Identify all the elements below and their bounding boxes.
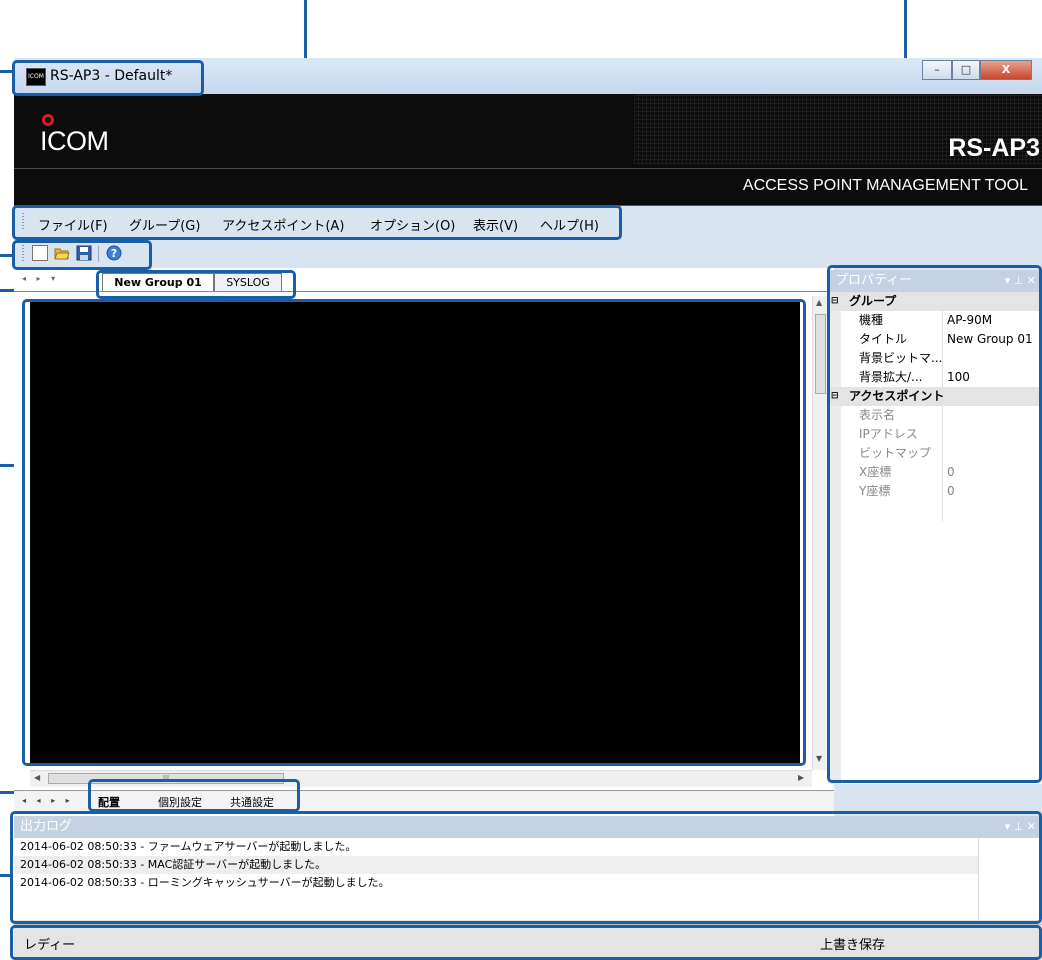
- property-row[interactable]: 表示名: [829, 406, 1042, 425]
- log-column-divider: [978, 838, 979, 920]
- property-row[interactable]: タイトル New Group 01: [829, 330, 1042, 349]
- property-value: 0: [947, 465, 955, 479]
- property-name: X座標: [859, 465, 892, 479]
- collapse-icon[interactable]: ⊟: [831, 292, 839, 311]
- window-title: RS-AP3 - Default*: [50, 68, 173, 84]
- horizontal-scrollbar[interactable]: ◀ III ▶: [30, 770, 812, 787]
- toolbar: ?: [14, 238, 1042, 268]
- property-row[interactable]: X座標 0: [829, 463, 1042, 482]
- property-value: 0: [947, 484, 955, 498]
- property-name: 背景ビットマ...: [859, 351, 943, 365]
- property-category-access-point[interactable]: ⊟ アクセスポイント: [829, 387, 1042, 406]
- log-line: 2014-06-02 08:50:33 - ファームウェアサーバーが起動しました…: [20, 840, 357, 853]
- icom-logo: ICOM: [40, 126, 109, 156]
- property-row[interactable]: 背景ビットマ...: [829, 349, 1042, 368]
- properties-header: プロパティー ▾ ⊥ ✕: [829, 270, 1042, 292]
- scroll-right-arrow[interactable]: ▶: [798, 773, 804, 782]
- tab-scroll-arrows[interactable]: ◂ ▸ ▾: [22, 274, 92, 288]
- menu-help[interactable]: ヘルプ(H): [540, 215, 599, 234]
- product-name: RS-AP3: [948, 134, 1040, 162]
- product-subtitle: ACCESS POINT MANAGEMENT TOOL: [742, 177, 1028, 194]
- save-icon[interactable]: [76, 245, 92, 261]
- output-log-title: 出力ログ: [20, 819, 73, 834]
- menu-group[interactable]: グループ(G): [129, 215, 200, 234]
- title-bar[interactable]: ICOM RS-AP3 - Default* – □ X: [14, 58, 1042, 94]
- tab-layout[interactable]: 配置: [98, 794, 120, 810]
- output-log-panel: 出力ログ ▾ ⊥ ✕ 2014-06-02 08:50:33 - ファームウェア…: [14, 816, 1042, 920]
- status-overwrite-save: 上書き保存: [820, 938, 886, 953]
- close-button[interactable]: X: [980, 60, 1032, 80]
- callout-line-toolbar: [0, 254, 14, 257]
- tab-individual-settings[interactable]: 個別設定: [158, 794, 202, 810]
- scroll-down-arrow[interactable]: ▼: [816, 754, 822, 763]
- hscroll-thumb[interactable]: III: [48, 773, 284, 784]
- new-file-icon[interactable]: [32, 245, 48, 261]
- scroll-left-arrow[interactable]: ◀: [34, 773, 40, 782]
- log-line: 2014-06-02 08:50:33 - ローミングキャッシュサーバーが起動し…: [20, 876, 390, 889]
- property-name: タイトル: [859, 332, 908, 346]
- tab-new-group-01[interactable]: New Group 01: [102, 273, 214, 291]
- callout-line-output: [0, 874, 12, 877]
- callout-line-title: [0, 70, 14, 73]
- layout-canvas[interactable]: [30, 302, 800, 766]
- scroll-thumb[interactable]: [815, 314, 826, 394]
- property-name: 表示名: [859, 408, 896, 422]
- property-row[interactable]: 機種 AP-90M: [829, 311, 1042, 330]
- tab-syslog[interactable]: SYSLOG: [214, 273, 282, 291]
- maximize-button[interactable]: □: [952, 60, 980, 80]
- app-icon: ICOM: [26, 68, 46, 86]
- toolbar-grip[interactable]: [22, 245, 24, 261]
- property-row[interactable]: 背景拡大/... 100: [829, 368, 1042, 387]
- category-label: アクセスポイント: [849, 389, 945, 403]
- property-name: 背景拡大/...: [859, 370, 923, 384]
- collapse-icon[interactable]: ⊟: [831, 387, 839, 406]
- status-bar: レディー 上書き保存: [14, 924, 1042, 960]
- document-area: ◂ ▸ ▾ New Group 01 SYSLOG ▲ ▼ ◀ III ▶ ◂ …: [14, 268, 834, 816]
- menu-file[interactable]: ファイル(F): [38, 215, 108, 234]
- menu-access-point[interactable]: アクセスポイント(A): [222, 215, 344, 234]
- minimize-button[interactable]: –: [922, 60, 952, 80]
- property-category-group[interactable]: ⊟ グループ: [829, 292, 1042, 311]
- menu-options[interactable]: オプション(O): [370, 215, 455, 234]
- output-log-header: 出力ログ ▾ ⊥ ✕: [14, 816, 1042, 838]
- bottom-tab-scroll-arrows[interactable]: ◂ ◂ ▸ ▸: [22, 796, 74, 805]
- app-window: ICOM RS-AP3 - Default* – □ X ICOM RS-AP3…: [14, 58, 1042, 960]
- tab-common-settings[interactable]: 共通設定: [230, 794, 274, 810]
- category-label: グループ: [849, 294, 897, 308]
- tab-strip-divider: [14, 291, 834, 292]
- help-icon[interactable]: ?: [106, 245, 122, 261]
- property-name: Y座標: [859, 484, 891, 498]
- property-row[interactable]: IPアドレス: [829, 425, 1042, 444]
- toolbar-separator: [98, 246, 99, 262]
- icom-logo-mark: [42, 114, 54, 126]
- bottom-tab-strip: ◂ ◂ ▸ ▸ 配置 個別設定 共通設定: [14, 790, 834, 813]
- status-ready: レディー: [24, 938, 76, 953]
- banner-divider: [14, 168, 1042, 169]
- property-name: ビットマップ: [859, 446, 932, 460]
- vertical-scrollbar[interactable]: ▲ ▼: [812, 296, 829, 770]
- scroll-up-arrow[interactable]: ▲: [816, 298, 822, 307]
- property-row[interactable]: ビットマップ: [829, 444, 1042, 463]
- property-row[interactable]: Y座標 0: [829, 482, 1042, 501]
- product-banner: ICOM RS-AP3 ACCESS POINT MANAGEMENT TOOL: [14, 94, 1042, 206]
- menu-view[interactable]: 表示(V): [473, 215, 518, 234]
- menu-bar: ファイル(F) グループ(G) アクセスポイント(A) オプション(O) 表示(…: [14, 206, 1042, 236]
- properties-title: プロパティー: [835, 273, 913, 288]
- svg-text:?: ?: [111, 247, 117, 260]
- menu-grip[interactable]: [22, 213, 24, 229]
- property-name: 機種: [859, 313, 884, 327]
- output-header-controls[interactable]: ▾ ⊥ ✕: [1005, 816, 1036, 838]
- property-name: IPアドレス: [859, 427, 918, 441]
- property-value: 100: [947, 370, 970, 384]
- properties-panel: プロパティー ▾ ⊥ ✕ ⊟ グループ 機種 AP-90M タイトル New G…: [829, 270, 1042, 784]
- log-line: 2014-06-02 08:50:33 - MAC認証サーバーが起動しました。: [14, 856, 978, 874]
- property-value: New Group 01: [947, 332, 1033, 346]
- property-value: AP-90M: [947, 313, 993, 327]
- open-folder-icon[interactable]: [54, 245, 70, 261]
- properties-header-controls[interactable]: ▾ ⊥ ✕: [1005, 270, 1036, 292]
